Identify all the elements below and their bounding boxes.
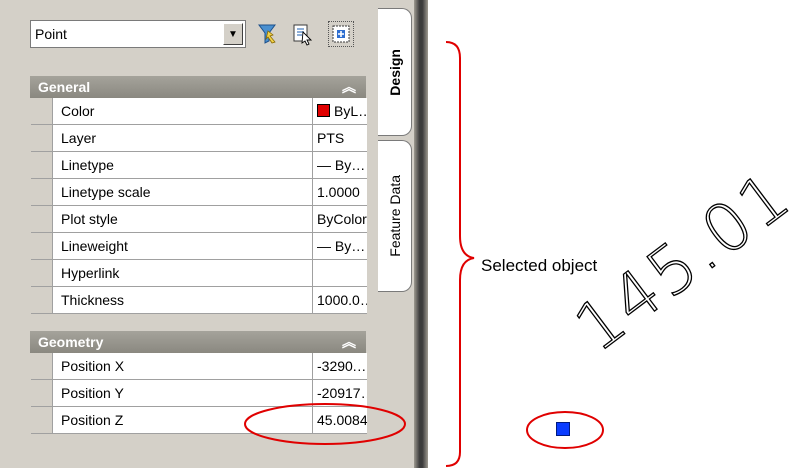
selection-brace bbox=[445, 41, 475, 467]
selected-object-label: Selected object bbox=[481, 256, 598, 275]
selected-point-marker[interactable] bbox=[556, 422, 570, 436]
position-z-highlight bbox=[244, 403, 406, 445]
